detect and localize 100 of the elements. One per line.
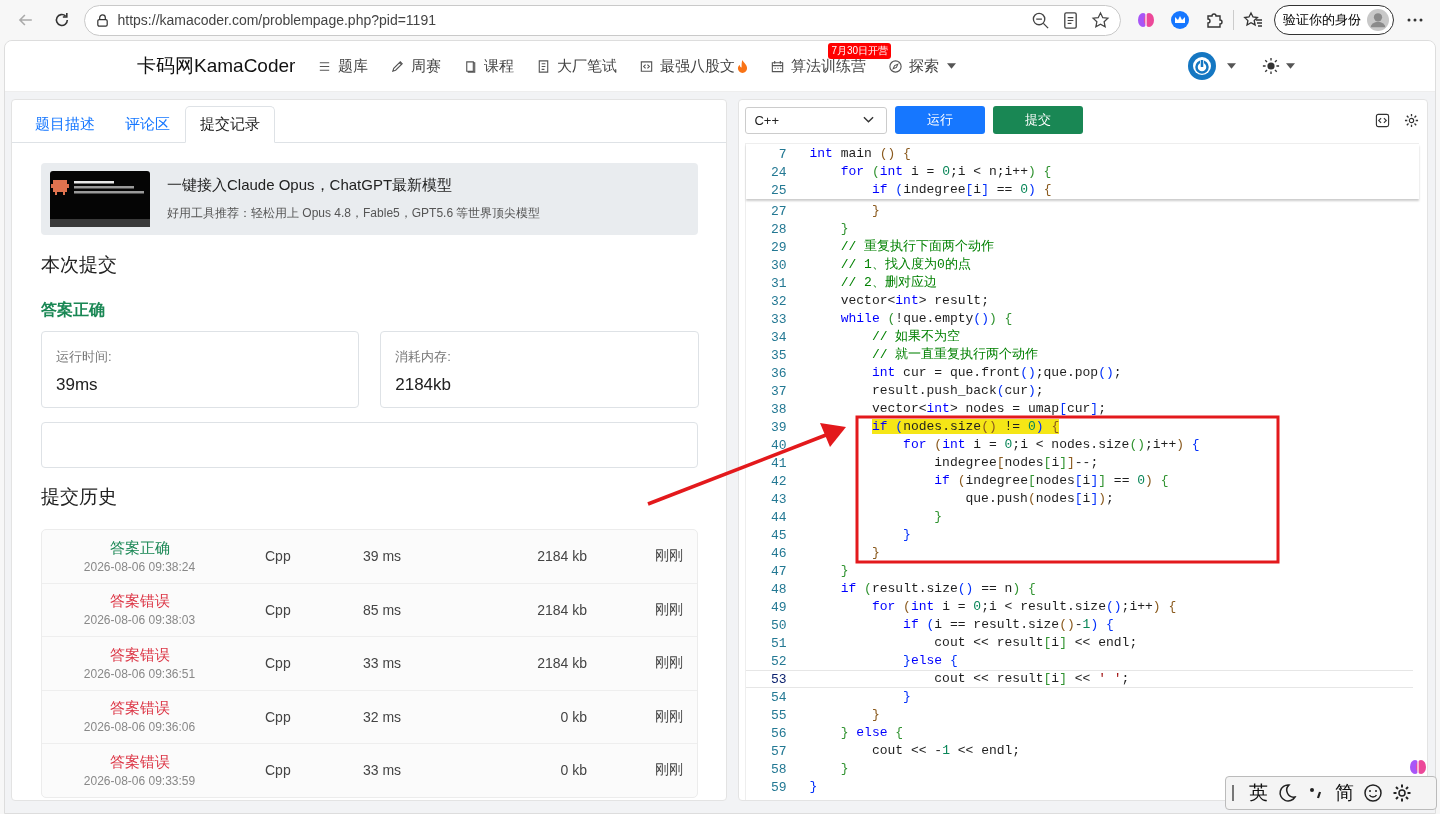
code-line: que.push(nodes[i]); — [964, 490, 1114, 508]
submission-status[interactable]: 答案正确 — [109, 538, 170, 558]
brain-icon[interactable] — [1136, 10, 1156, 30]
zoom-out-icon[interactable] — [1031, 10, 1050, 30]
line-number: 7 — [777, 146, 787, 162]
line-number: 52 — [769, 653, 787, 669]
lock-icon[interactable] — [94, 12, 110, 28]
code-line: }else { — [902, 652, 958, 670]
table-cell: 32 ms — [362, 708, 402, 725]
code-line: // 如果不为空 — [870, 328, 961, 346]
favorites-icon[interactable] — [1243, 10, 1263, 30]
settings-icon[interactable] — [1404, 112, 1419, 128]
code-line: } — [870, 706, 880, 724]
code-line: if (result.size() == n) { — [839, 580, 1036, 598]
line-number: 43 — [769, 491, 787, 507]
compass-icon — [888, 58, 904, 74]
nav-link[interactable]: 最强八股文 — [639, 56, 749, 76]
caret-icon[interactable] — [1286, 63, 1295, 69]
ad-subtitle: 好用工具推荐：轻松用上 Opus 4.8，Fable5，GPT5.6 等世界顶尖模型 — [167, 205, 541, 222]
line-number: 33 — [769, 311, 787, 327]
nav-link[interactable]: 题库 — [317, 56, 369, 76]
table-cell-text: Cpp — [264, 655, 291, 672]
site-logo[interactable]: 卡码网KamaCoder — [137, 53, 296, 79]
line-number: 49 — [769, 599, 787, 615]
tab[interactable]: 提交记录 — [185, 106, 275, 143]
submission-status[interactable]: 答案错误 — [109, 752, 170, 772]
table-cell: 33 ms — [362, 655, 402, 672]
code-line: indegree[nodes[i]]--; — [933, 454, 1099, 472]
power-logo-icon[interactable] — [1187, 51, 1217, 81]
line-number: 24 — [769, 164, 787, 180]
chevron-down-icon — [863, 116, 875, 124]
line-number: 58 — [769, 761, 787, 777]
tab[interactable]: 评论区 — [110, 106, 185, 143]
line-number: 32 — [769, 293, 787, 309]
table-cell-text: Cpp — [264, 601, 291, 618]
submission-time: 2026-08-06 09:36:06 — [83, 720, 196, 735]
settings-icon[interactable] — [1392, 783, 1412, 803]
code-line: cout << result[i] << endl; — [933, 634, 1138, 652]
code-icon[interactable] — [1375, 112, 1390, 128]
nav-link[interactable]: 大厂笔试 — [536, 56, 618, 76]
stat-label: 消耗内存: — [395, 348, 452, 366]
nav-link[interactable]: 周赛 — [390, 56, 442, 76]
line-number: 39 — [769, 419, 787, 435]
section-heading: 提交历史 — [41, 485, 118, 509]
address-bar[interactable]: https://kamacoder.com/problempage.php?pid=1191 — [83, 4, 1121, 36]
line-number: 29 — [769, 239, 787, 255]
line-number: 56 — [769, 725, 787, 741]
table-cell-text: 刚刚 — [655, 547, 685, 566]
run-button[interactable]: 运行 — [895, 106, 986, 134]
code-line: cout << -1 << endl; — [870, 742, 1021, 760]
submission-status[interactable]: 答案错误 — [109, 592, 170, 612]
reader-icon[interactable] — [1061, 10, 1080, 30]
line-number: 47 — [769, 563, 787, 579]
code-line: } — [809, 778, 818, 796]
code-line: // 重复执行下面两个动作 — [839, 238, 995, 256]
code-line: // 1、找入度为0的点 — [839, 256, 971, 274]
line-number: 59 — [769, 779, 787, 795]
submit-button[interactable]: 提交 — [993, 106, 1084, 134]
brain-icon[interactable] — [1408, 757, 1428, 777]
code-line: int main () { — [809, 145, 911, 163]
crown-icon[interactable] — [1170, 10, 1190, 30]
submission-time: 2026-08-06 09:38:24 — [83, 559, 196, 574]
table-cell: 33 ms — [362, 762, 402, 779]
moon-icon[interactable] — [1277, 783, 1297, 803]
code-line: while (!que.empty()) { — [839, 310, 1013, 328]
line-number: 45 — [769, 527, 787, 543]
table-cell: 85 ms — [362, 601, 402, 618]
tab[interactable]: 题目描述 — [20, 106, 110, 143]
profile-button[interactable]: 验证你的身份 — [1274, 5, 1394, 35]
language-select[interactable]: C++ — [745, 106, 888, 134]
table-cell-text: 刚刚 — [655, 654, 685, 673]
code-line: if (indegree[i] == 0) { — [870, 181, 1052, 199]
star-icon[interactable] — [1091, 10, 1110, 30]
ime-script-toggle[interactable]: 简 — [1335, 780, 1354, 806]
sun-icon[interactable] — [1262, 57, 1280, 75]
line-number: 36 — [769, 365, 787, 381]
line-number: 31 — [769, 275, 787, 291]
nav-link[interactable]: 课程 — [463, 56, 515, 76]
result-status: 答案正确 — [41, 300, 106, 320]
submission-status[interactable]: 答案错误 — [109, 699, 170, 719]
stat-label: 运行时间: — [56, 348, 113, 366]
table-cell-text: 2184 kb — [537, 601, 588, 618]
line-number: 25 — [769, 182, 787, 198]
caret-icon[interactable] — [1227, 63, 1236, 69]
ime-language-toggle[interactable]: 英 — [1249, 780, 1268, 806]
smiley-icon[interactable] — [1363, 783, 1383, 803]
stat-value: 2184kb — [395, 375, 453, 395]
calendar-icon — [770, 58, 786, 74]
table-cell-text: Cpp — [264, 708, 291, 725]
code-line: } — [839, 760, 849, 778]
line-number: 51 — [769, 635, 787, 651]
puzzle-icon[interactable] — [1204, 10, 1224, 30]
ad-card[interactable]: 一键接入Claude Opus，ChatGPT最新模型 好用工具推荐：轻松用上 Opus 4.8，Fable5，GPT5.6 等世界顶尖模型 — [41, 163, 699, 235]
line-number: 53 — [769, 671, 787, 687]
code-line: } — [839, 220, 849, 238]
table-cell-text: 2184 kb — [537, 548, 588, 565]
table-cell-text: 刚刚 — [655, 600, 685, 619]
nav-link[interactable]: 探索 — [888, 56, 957, 76]
submission-status[interactable]: 答案错误 — [109, 645, 170, 665]
nav-link[interactable]: 算法训练营 — [770, 56, 867, 76]
